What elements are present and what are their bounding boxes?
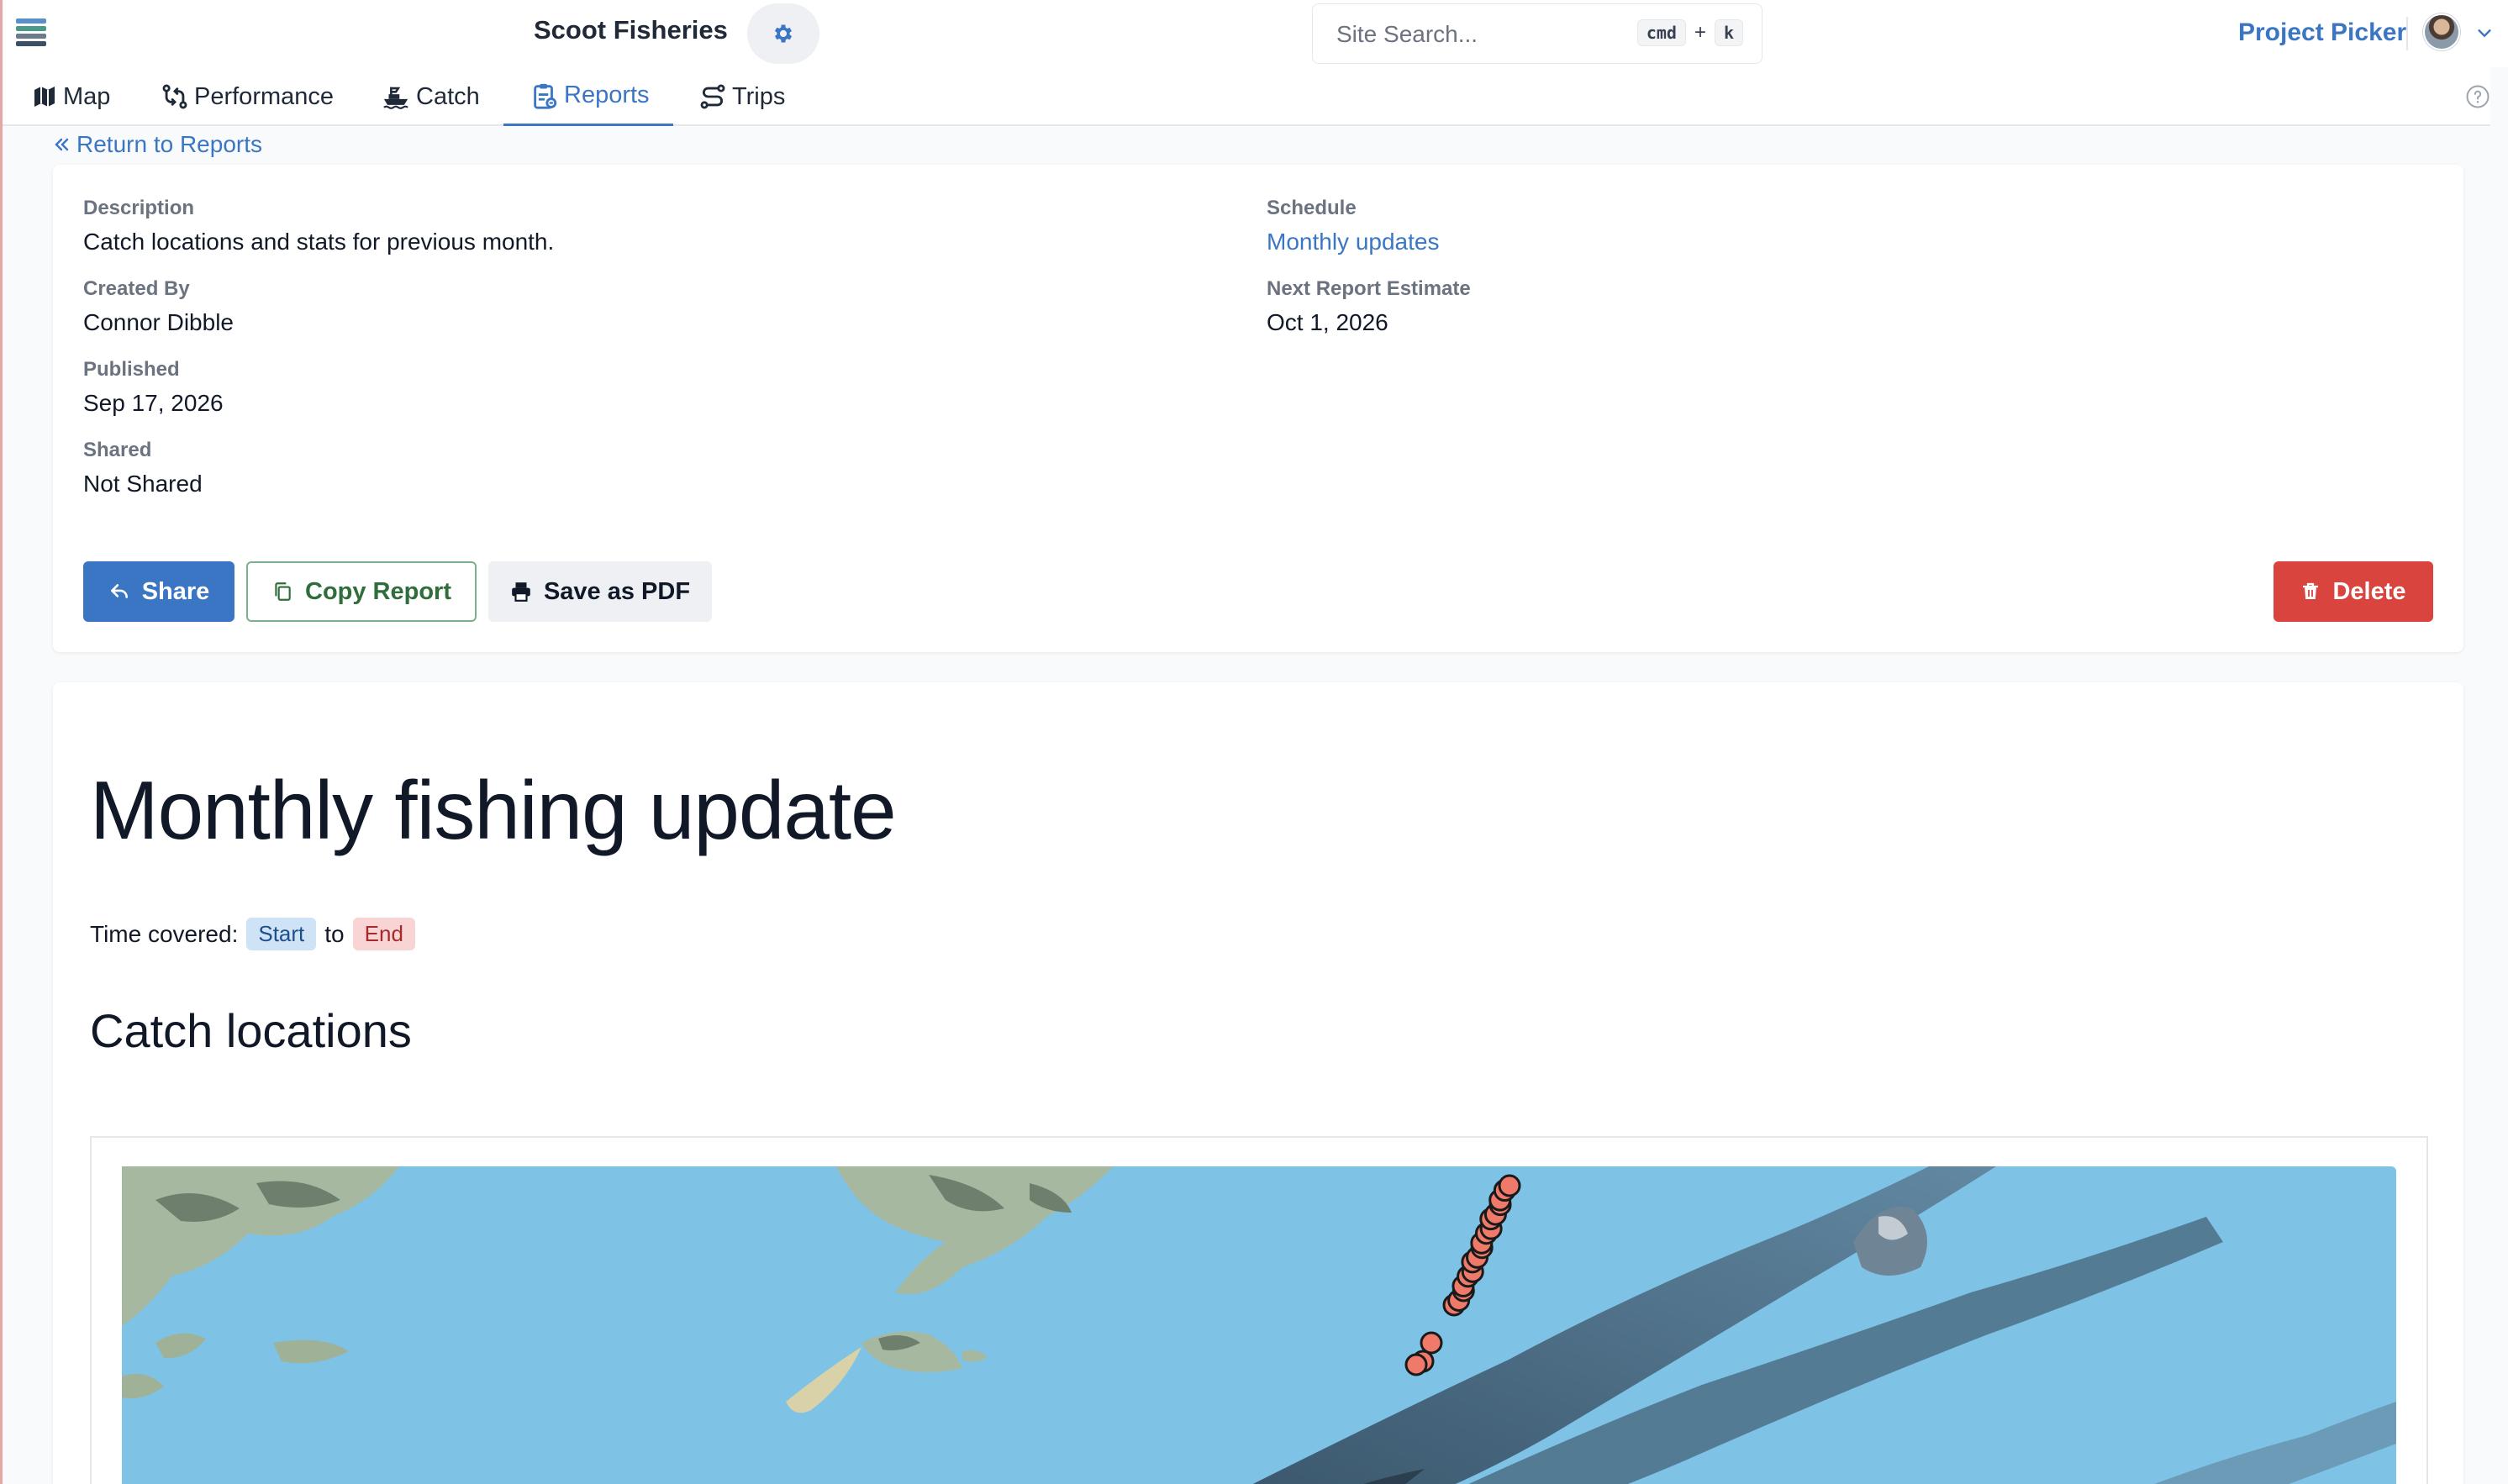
return-link-label: Return to Reports [76,131,262,157]
tab-map[interactable]: Map [31,67,110,126]
report-title: Monthly fishing update [90,764,897,856]
tab-trips[interactable]: Trips [698,67,785,126]
copy-report-button[interactable]: Copy Report [246,561,477,622]
app-logo-icon[interactable] [16,18,46,49]
help-icon[interactable] [2465,84,2490,109]
report-info-card: Description Catch locations and stats fo… [53,165,2463,652]
user-avatar[interactable] [2423,13,2460,50]
site-search[interactable]: cmd + k [1312,3,1762,64]
catch-map[interactable] [122,1166,2396,1484]
end-badge[interactable]: End [352,918,415,950]
published-value: Sep 17, 2026 [83,390,224,416]
report-content-card: Monthly fishing update Time covered: Sta… [53,682,2463,1484]
shared-label: Shared [83,439,152,461]
tab-label: Reports [564,82,650,108]
pdf-label: Save as PDF [543,577,691,605]
shortcut-modifier: cmd [1636,19,1686,46]
project-picker[interactable]: Project Picker [2238,18,2406,47]
start-badge[interactable]: Start [246,918,317,950]
header-divider [2406,17,2408,50]
printer-icon [512,582,530,602]
tab-reports[interactable]: Reports [503,67,673,126]
shortcut-plus: + [1694,21,1706,44]
catch-marker[interactable] [1404,1353,1428,1376]
save-as-pdf-button[interactable]: Save as PDF [488,561,712,622]
catch-locations-title: Catch locations [90,1004,412,1057]
search-input[interactable] [1336,19,1614,50]
description-label: Description [83,197,195,219]
catch-marker[interactable] [1498,1174,1521,1197]
gear-icon [774,24,793,43]
published-label: Published [83,358,180,381]
delete-label: Delete [2332,577,2406,605]
copy-label: Copy Report [305,577,451,605]
trash-icon [2303,582,2319,599]
time-covered: Time covered: Start to End [90,918,415,950]
tab-label: Performance [194,82,335,110]
shared-value: Not Shared [83,471,203,497]
map-icon [34,87,55,107]
created-by-value: Connor Dibble [83,309,234,335]
schedule-link[interactable]: Monthly updates [1267,229,1439,255]
tab-label: Map [63,82,111,110]
settings-button[interactable] [747,3,819,64]
tab-catch[interactable]: Catch [381,67,480,126]
top-bar: Scoot Fisheries cmd + k Project Picker [3,0,2508,67]
reply-icon [110,584,128,598]
delete-button[interactable]: Delete [2274,561,2433,622]
description-value: Catch locations and stats for previous m… [83,229,555,255]
next-estimate-label: Next Report Estimate [1267,277,1471,300]
copy-icon [275,582,291,601]
share-label: Share [141,577,210,605]
chevron-down-icon[interactable] [2475,24,2494,42]
tab-label: Trips [732,82,786,110]
clipboard-icon [534,83,557,109]
main-nav: Map Performance Catch Reports Trips [3,67,2490,126]
catch-marker[interactable] [1420,1331,1443,1355]
to-label: to [324,920,345,947]
search-shortcut: cmd + k [1636,19,1743,46]
boat-icon [383,87,408,109]
share-button[interactable]: Share [83,561,234,622]
app-title: Scoot Fisheries [534,15,728,45]
schedule-label: Schedule [1267,197,1357,219]
catch-map-frame [90,1136,2428,1484]
double-chevron-left-icon [55,138,69,151]
route-icon [700,84,725,109]
tab-label: Catch [416,82,480,110]
tab-performance[interactable]: Performance [161,67,334,126]
return-to-reports-link[interactable]: Return to Reports [51,131,262,158]
performance-icon [162,84,187,109]
created-by-label: Created By [83,277,190,300]
time-covered-label: Time covered: [90,920,239,947]
next-estimate-value: Oct 1, 2026 [1267,309,1388,335]
shortcut-key: k [1714,19,1743,46]
ocean-area [122,1166,2396,1484]
